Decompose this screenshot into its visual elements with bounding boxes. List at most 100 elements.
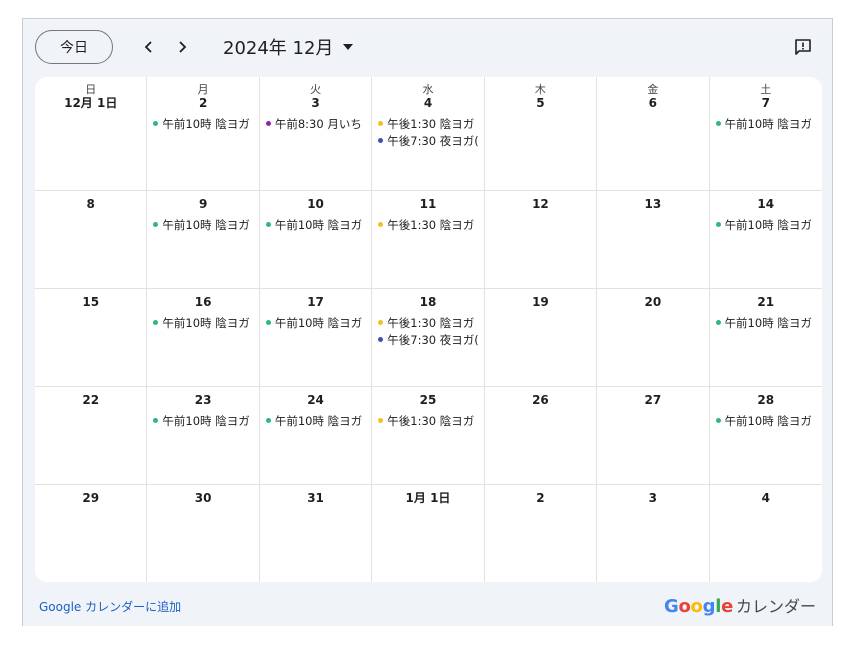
day-cell[interactable]: 日 12月 1日 [35,77,148,191]
day-cell[interactable]: 17 午前10時 陰ヨガ [259,289,373,387]
day-number: 10 [307,197,324,211]
day-number: 27 [644,393,662,407]
day-cell[interactable]: 14 午前10時 陰ヨガ [709,191,822,289]
day-cell[interactable]: 27 [597,387,710,485]
event-chip[interactable]: 午前10時 陰ヨガ [147,216,258,233]
weekday-label: 水 [422,83,434,96]
event-chip[interactable]: 午前10時 陰ヨガ [710,115,822,132]
day-cell[interactable]: 4 [710,485,822,582]
event-chip[interactable]: 午後1:30 陰ヨガ [372,115,483,132]
day-cell[interactable]: 12 [484,191,598,289]
day-cell[interactable]: 金6 [597,77,710,191]
event-title: 午後1:30 陰ヨガ [387,217,475,232]
day-cell[interactable]: 3 [597,485,710,582]
day-cell[interactable]: 20 [597,289,710,387]
event-color-dot [715,121,721,126]
event-chip[interactable]: 午前10時 陰ヨガ [147,115,258,132]
previous-month-button[interactable] [137,33,161,61]
event-chip[interactable]: 午前10時 陰ヨガ [260,216,371,233]
event-chip[interactable]: 午前10時 陰ヨガ [710,314,822,331]
add-to-google-calendar-link[interactable]: Google カレンダーに追加 [39,598,181,615]
day-cell[interactable]: 26 [484,387,598,485]
day-cell[interactable]: 22 [35,387,148,485]
day-number: 16 [194,295,212,309]
event-chip[interactable]: 午後1:30 陰ヨガ [372,314,483,331]
chevron-right-icon [179,41,187,53]
day-cell[interactable]: 水 4 午後1:30 陰ヨガ 午後7:30 夜ヨガ( [372,77,485,191]
day-cell[interactable]: 24 午前10時 陰ヨガ [259,387,373,485]
calendar-embed: 今日 2024年 12月 日 12月 1日月 2 午前10時 陰ヨガ火 3 午前8:30 … [22,18,833,626]
day-cell[interactable]: 31 [260,485,373,582]
event-color-dot [378,418,384,423]
day-cell[interactable]: 10 午前10時 陰ヨガ [259,191,373,289]
month-title: 2024年 12月 [223,38,334,59]
day-cell[interactable]: 28 午前10時 陰ヨガ [709,387,822,485]
event-title: 午前10時 陰ヨガ [162,116,250,131]
day-cell[interactable]: 19 [484,289,598,387]
day-cell[interactable]: 2 [485,485,598,582]
feedback-icon[interactable] [794,38,812,56]
day-cell[interactable]: 月 2 午前10時 陰ヨガ [147,77,260,191]
day-number: 12月 1日 [64,96,118,110]
day-number: 12 [532,197,549,211]
day-number: 9 [198,197,208,211]
day-cell[interactable]: 23 午前10時 陰ヨガ [147,387,260,485]
day-number: 15 [82,295,100,309]
day-cell[interactable]: 15 [35,289,148,387]
day-number: 8 [86,197,95,211]
day-cell[interactable]: 1月 1日 [372,485,485,582]
event-chip[interactable]: 午後1:30 陰ヨガ [372,412,483,429]
event-color-dot [378,138,384,143]
event-title: 午前10時 陰ヨガ [724,217,812,232]
event-title: 午前10時 陰ヨガ [274,413,363,428]
event-chip[interactable]: 午前10時 陰ヨガ [260,314,371,331]
today-button[interactable]: 今日 [35,30,113,64]
day-number: 4 [761,491,770,505]
day-cell[interactable]: 16 午前10時 陰ヨガ [147,289,260,387]
event-chip[interactable]: 午前10時 陰ヨガ [710,412,822,429]
day-cell[interactable]: 21 午前10時 陰ヨガ [709,289,822,387]
day-number: 20 [644,295,662,309]
day-cell[interactable]: 9 午前10時 陰ヨガ [147,191,260,289]
day-cell[interactable]: 11 午後1:30 陰ヨガ [372,191,485,289]
event-chip[interactable]: 午前10時 陰ヨガ [710,216,822,233]
day-number: 24 [307,393,324,407]
day-number: 17 [307,295,324,309]
event-color-dot [153,418,159,423]
event-color-dot [265,222,271,227]
event-color-dot [715,320,721,325]
day-number: 6 [648,96,658,110]
day-cell[interactable]: 25 午後1:30 陰ヨガ [372,387,485,485]
day-cell[interactable]: 30 [147,485,260,582]
google-calendar-brand[interactable]: Google カレンダー [664,593,816,617]
day-number: 31 [307,491,324,505]
event-chip[interactable]: 午後7:30 夜ヨガ( [372,331,483,348]
calendar-brand-name: カレンダー [735,597,816,616]
event-color-dot [715,222,721,227]
event-chip[interactable]: 午前10時 陰ヨガ [147,412,258,429]
day-cell[interactable]: 8 [35,191,148,289]
event-title: 午後1:30 陰ヨガ [387,413,475,428]
event-chip[interactable]: 午前8:30 月いち [260,115,371,132]
event-color-dot [265,320,271,325]
day-number: 14 [757,197,775,211]
day-cell[interactable]: 火 3 午前8:30 月いち [259,77,373,191]
event-chip[interactable]: 午前10時 陰ヨガ [260,412,371,429]
event-title: 午前10時 陰ヨガ [724,315,812,330]
day-cell[interactable]: 18 午後1:30 陰ヨガ 午後7:30 夜ヨガ( [372,289,485,387]
day-cell[interactable]: 29 [35,485,148,582]
next-month-button[interactable] [170,33,194,61]
event-chip[interactable]: 午後1:30 陰ヨガ [372,216,483,233]
event-chip[interactable]: 午後7:30 夜ヨガ( [372,132,483,149]
day-cell[interactable]: 木5 [484,77,598,191]
google-logo-letter: o [678,596,691,617]
day-cell[interactable]: 土 7 午前10時 陰ヨガ [709,77,822,191]
month-selector[interactable]: 2024年 12月 [223,34,354,60]
weekday-label: 木 [534,83,546,96]
event-color-dot [153,121,159,126]
event-color-dot [378,222,384,227]
event-title: 午前10時 陰ヨガ [724,116,812,131]
day-cell[interactable]: 13 [597,191,710,289]
day-number: 30 [194,491,212,505]
event-chip[interactable]: 午前10時 陰ヨガ [147,314,258,331]
